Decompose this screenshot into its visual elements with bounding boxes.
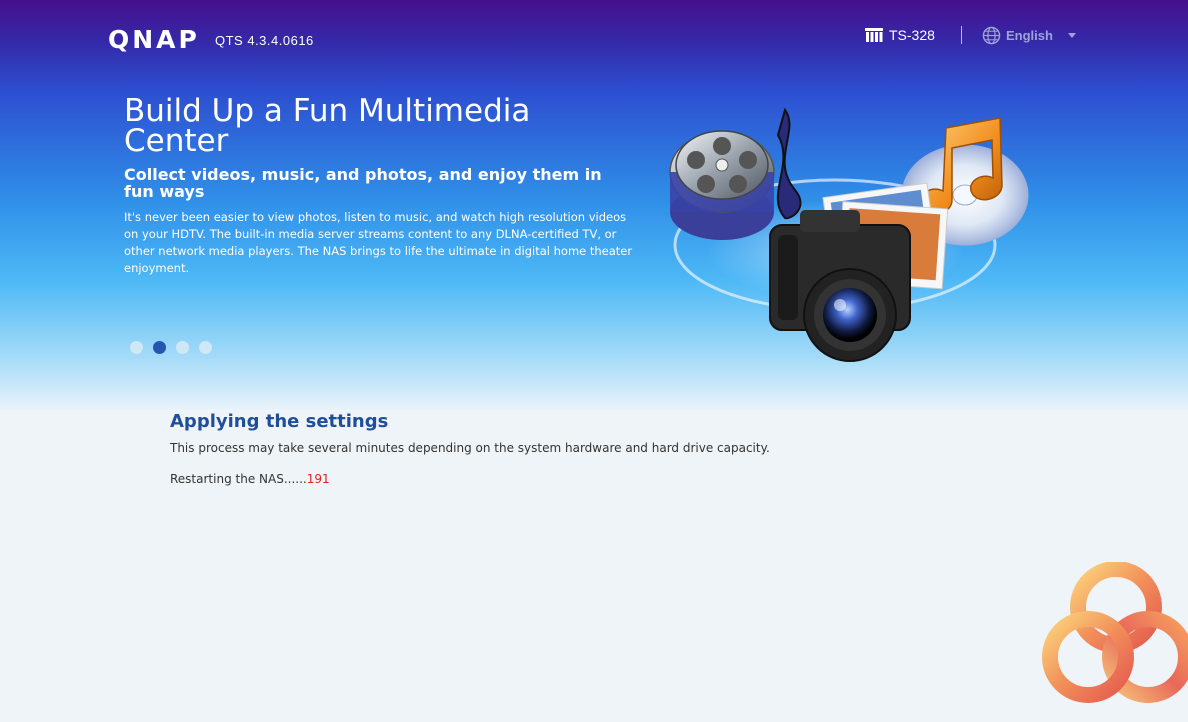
- hero-headline: Build Up a Fun Multimedia Center: [124, 93, 531, 159]
- film-strip-icon: [776, 107, 802, 220]
- slide-dot-1[interactable]: [130, 341, 143, 354]
- camera-icon: [769, 210, 911, 362]
- watermark-logo: [1042, 562, 1188, 703]
- nas-model: TS-328: [864, 27, 935, 43]
- multimedia-illustration: [669, 107, 1029, 362]
- status-title: Applying the settings: [170, 411, 389, 432]
- restart-label: Restarting the NAS......: [170, 472, 307, 486]
- firmware-version: QTS 4.3.4.0616: [215, 33, 314, 48]
- status-message: This process may take several minutes de…: [170, 441, 770, 455]
- nas-server-icon: [865, 28, 883, 42]
- film-reel-icon: [669, 130, 775, 240]
- slide-dot-3[interactable]: [176, 341, 189, 354]
- header-divider: [961, 26, 962, 44]
- countdown-value: 191: [306, 472, 330, 486]
- language-label: English: [1006, 28, 1053, 43]
- restart-status: Restarting the NAS......191: [170, 472, 330, 486]
- model-name: TS-328: [889, 27, 935, 43]
- hero-subheadline: Collect videos, music, and photos, and e…: [124, 165, 602, 201]
- slide-dot-4[interactable]: [199, 341, 212, 354]
- language-selector[interactable]: English: [982, 26, 1076, 45]
- qnap-logo: QNAP: [108, 25, 200, 54]
- hero-description: It's never been easier to view photos, l…: [124, 210, 633, 275]
- content-area: [0, 410, 1188, 722]
- globe-icon: [982, 26, 1001, 45]
- slide-dot-2[interactable]: [153, 341, 166, 354]
- chevron-down-icon: [1067, 33, 1076, 38]
- slide-indicator: [130, 341, 212, 354]
